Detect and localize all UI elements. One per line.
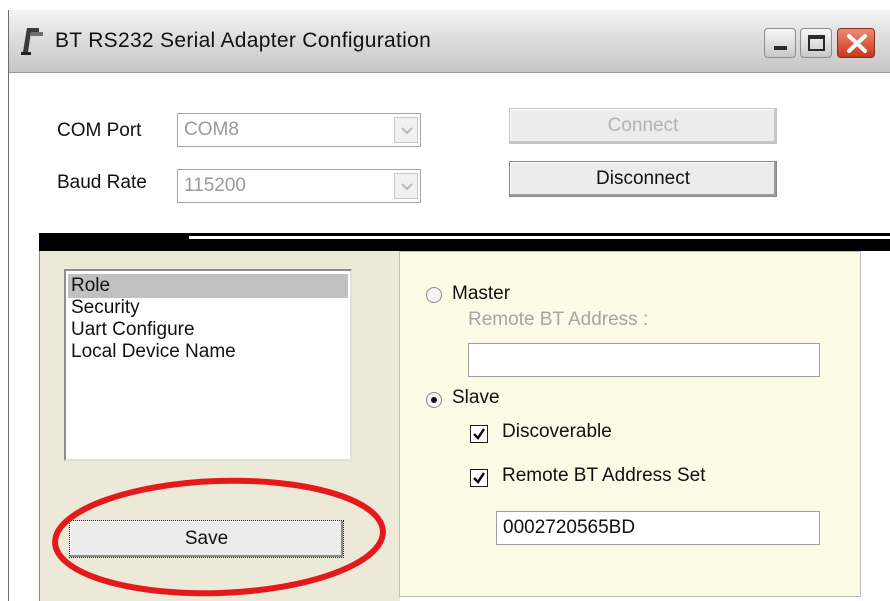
disconnect-button[interactable]: Disconnect	[509, 161, 777, 197]
list-item-role[interactable]: Role	[68, 274, 348, 298]
slave-label: Slave	[452, 387, 500, 408]
discoverable-checkbox[interactable]	[470, 425, 488, 443]
chevron-down-icon	[401, 127, 413, 135]
connect-button[interactable]: Connect	[509, 108, 777, 144]
baud-rate-value: 115200	[184, 175, 246, 196]
minimize-icon	[774, 46, 787, 50]
title-bar[interactable]: BT RS232 Serial Adapter Configuration	[9, 10, 890, 73]
com-port-select[interactable]: COM8	[177, 113, 421, 147]
slave-radio[interactable]	[426, 392, 442, 408]
list-item-uart-configure[interactable]: Uart Configure	[71, 318, 195, 342]
list-item-security[interactable]: Security	[71, 296, 140, 320]
maximize-button[interactable]	[800, 28, 832, 58]
client-area: COM Port COM8 Baud Rate 115200 Connect D…	[9, 73, 890, 601]
checkmark-icon	[473, 428, 486, 440]
section-header-bar	[39, 239, 890, 251]
baud-rate-select[interactable]: 115200	[177, 169, 421, 203]
com-port-dropdown-arrow[interactable]	[394, 117, 418, 143]
remote-bt-address-set-input[interactable]: 0002720565BD	[496, 511, 820, 545]
window-title: BT RS232 Serial Adapter Configuration	[55, 29, 432, 52]
remote-bt-address-set-label: Remote BT Address Set	[502, 465, 706, 486]
chevron-down-icon	[401, 183, 413, 191]
annotation-ellipse	[52, 477, 386, 597]
com-port-value: COM8	[184, 119, 239, 140]
baud-rate-label: Baud Rate	[57, 172, 147, 193]
role-settings-panel: Master Remote BT Address : Slave Discove…	[399, 251, 861, 597]
remote-bt-address-set-checkbox[interactable]	[470, 469, 488, 487]
discoverable-label: Discoverable	[502, 421, 612, 442]
remote-bt-address-label: Remote BT Address :	[468, 309, 649, 330]
baud-rate-dropdown-arrow[interactable]	[394, 173, 418, 199]
remote-bt-address-input[interactable]	[468, 343, 820, 377]
config-window: BT RS232 Serial Adapter Configuration CO…	[8, 10, 890, 601]
list-item-local-device-name[interactable]: Local Device Name	[71, 340, 236, 364]
master-label: Master	[452, 283, 511, 304]
master-radio[interactable]	[426, 287, 442, 303]
close-icon	[847, 34, 867, 53]
com-port-label: COM Port	[57, 120, 142, 141]
settings-list[interactable]: Role Security Uart Configure Local Devic…	[64, 269, 352, 461]
checkmark-icon	[473, 472, 486, 484]
bluetooth-plug-icon	[21, 28, 43, 55]
close-button[interactable]	[837, 28, 875, 58]
slave-radio-selected-dot	[431, 397, 437, 403]
minimize-button[interactable]	[764, 28, 796, 58]
maximize-icon	[808, 35, 825, 51]
